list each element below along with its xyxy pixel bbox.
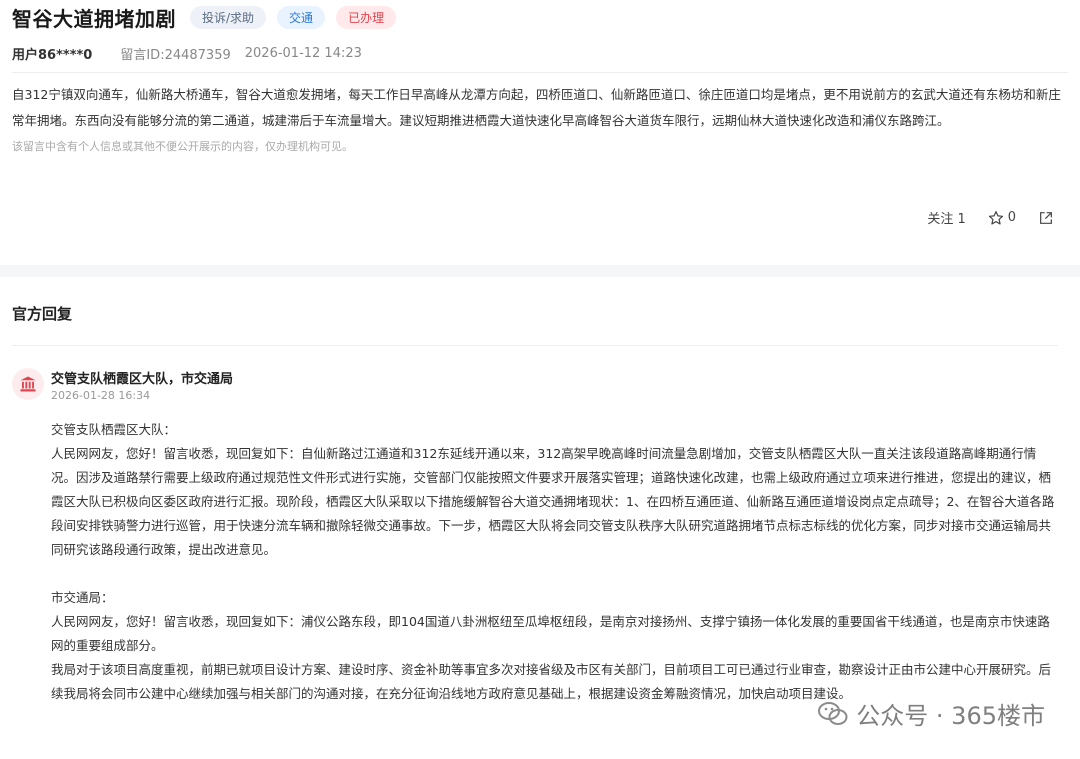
star-button[interactable]: 0 <box>988 210 1016 226</box>
share-icon <box>1040 211 1052 224</box>
reply-para-heading: 交管支队栖霞区大队： <box>51 422 177 437</box>
reply-paragraph: 人民网网友，您好！留言收悉，现回复如下：浦仪公路东段，即104国道八卦洲枢纽至瓜… <box>51 614 1050 653</box>
status-badge: 已办理 <box>336 5 397 29</box>
reply-section-title: 官方回复 <box>12 305 73 323</box>
star-count: 0 <box>1007 210 1016 225</box>
reply-paragraph: 人民网网友，您好！留言收悉，现回复如下：自仙新路过江通道和312东延线开通以来，… <box>51 446 1055 557</box>
post-meta: 用户86****0 留言ID:24487359 2026-01-12 14:23 <box>12 34 1068 73</box>
follow-label: 关注 1 <box>927 212 966 227</box>
watermark-text: 公众号 · 365楼市 <box>856 702 1045 730</box>
post-actions: 关注 1 0 <box>905 208 1058 227</box>
reply-time: 2026-01-28 16:34 <box>51 389 151 402</box>
tag-domain[interactable]: 交通 <box>277 5 326 29</box>
star-icon <box>988 210 1003 225</box>
reply-divider <box>12 345 1058 346</box>
user-name: 用户86****0 <box>12 47 93 63</box>
reply-org-name: 交管支队栖霞区大队，市交通局 <box>51 372 234 387</box>
privacy-note: 该留言中含有个人信息或其他不便公开展示的内容，仅办理机构可见。 <box>12 140 353 153</box>
wechat-icon <box>818 701 848 725</box>
section-divider <box>0 265 1080 277</box>
government-building-icon <box>12 368 44 400</box>
message-id: 留言ID:24487359 <box>120 47 231 63</box>
reply-body: 交管支队栖霞区大队： 人民网网友，您好！留言收悉，现回复如下：自仙新路过江通道和… <box>51 418 1061 706</box>
follow-button[interactable]: 关注 1 <box>927 208 965 227</box>
tag-category[interactable]: 投诉/求助 <box>190 5 267 29</box>
share-button[interactable] <box>1038 210 1058 226</box>
post-content: 自312宁镇双向通车，仙新路大桥通车，智谷大道愈发拥堵，每天工作日早高峰从龙潭方… <box>12 87 1061 128</box>
reply-para-heading: 市交通局： <box>51 590 114 605</box>
watermark: 公众号 · 365楼市 <box>818 696 1045 731</box>
post-time: 2026-01-12 14:23 <box>244 45 362 61</box>
post-header: 智谷大道拥堵加剧 投诉/求助 交通 已办理 <box>12 0 1068 34</box>
post-title: 智谷大道拥堵加剧 <box>12 6 176 31</box>
bottom-fade <box>0 742 1080 759</box>
